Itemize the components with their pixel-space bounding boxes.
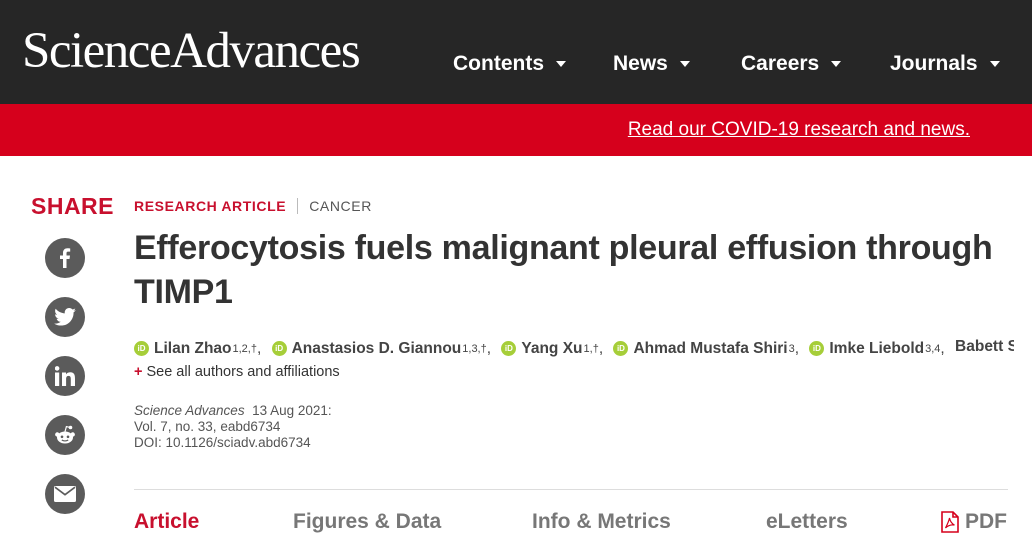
author-item[interactable]: iD Lilan Zhao 1,2,†, — [134, 340, 267, 358]
tab-info-metrics[interactable]: Info & Metrics — [532, 510, 671, 534]
tab-pdf[interactable]: PDF — [941, 510, 1007, 534]
author-item[interactable]: iD Ahmad Mustafa Shiri 3, — [613, 340, 805, 358]
citation-date: 13 Aug 2021: — [252, 403, 332, 418]
share-reddit-button[interactable] — [45, 415, 85, 455]
science-advances-logo[interactable]: ScienceAdvances — [22, 22, 361, 80]
covid-banner: Read our COVID-19 research and news. — [0, 104, 1032, 156]
citation-block: Science Advances 13 Aug 2021: Vol. 7, no… — [134, 403, 332, 451]
orcid-icon[interactable]: iD — [271, 341, 287, 356]
nav-contents[interactable]: Contents — [453, 48, 566, 80]
site-header: ScienceAdvances Contents News Careers Jo… — [0, 0, 1032, 104]
nav-news[interactable]: News — [613, 48, 690, 80]
tab-eletters[interactable]: eLetters — [766, 510, 848, 534]
article-type[interactable]: RESEARCH ARTICLE — [134, 198, 286, 214]
author-affiliation: 1,† — [583, 342, 599, 355]
chevron-down-icon — [831, 61, 842, 67]
author-name: Imke Liebold — [829, 339, 925, 357]
nav-contents-label: Contents — [453, 52, 544, 75]
tab-pdf-label: PDF — [965, 510, 1007, 533]
author-item[interactable]: iD Anastasios D. Giannou 1,3,†, — [271, 339, 497, 358]
author-item[interactable]: iD Imke Liebold 3,4, — [809, 340, 950, 358]
share-facebook-button[interactable] — [45, 238, 85, 278]
citation-volume: Vol. 7, no. 33, eabd6734 — [134, 419, 281, 434]
covid-research-link[interactable]: Read our COVID-19 research and news. — [628, 119, 970, 141]
nav-careers[interactable]: Careers — [741, 48, 842, 80]
twitter-icon — [54, 308, 76, 326]
author-item[interactable]: Babett Stegl... — [955, 338, 1014, 356]
author-name: Yang Xu — [521, 339, 583, 357]
facebook-icon — [60, 248, 71, 268]
share-linkedin-button[interactable] — [45, 356, 85, 396]
author-affiliation: 1,3,† — [462, 342, 487, 355]
tab-divider — [134, 489, 1008, 490]
nav-news-label: News — [613, 52, 668, 75]
tab-figures-data[interactable]: Figures & Data — [293, 510, 441, 534]
orcid-icon[interactable]: iD — [809, 341, 825, 356]
see-all-authors-link[interactable]: + See all authors and affiliations — [134, 364, 340, 380]
citation-journal: Science Advances — [134, 403, 245, 418]
nav-journals-label: Journals — [890, 52, 978, 75]
nav-journals[interactable]: Journals — [890, 48, 1000, 80]
reddit-icon — [55, 425, 75, 444]
author-affiliation: 1,2,† — [232, 342, 257, 355]
author-item[interactable]: iD Yang Xu 1,†, — [501, 340, 609, 358]
pdf-icon — [941, 511, 959, 533]
share-twitter-button[interactable] — [45, 297, 85, 337]
article-title: Efferocytosis fuels malignant pleural ef… — [134, 229, 993, 311]
author-affiliation: 3,4 — [925, 342, 941, 355]
orcid-icon[interactable]: iD — [501, 341, 517, 356]
kicker-divider — [297, 198, 299, 214]
author-name: Babett Stegl... — [955, 338, 1014, 355]
tab-article[interactable]: Article — [134, 510, 199, 534]
chevron-down-icon — [679, 61, 690, 67]
see-all-authors-label: See all authors and affiliations — [146, 364, 340, 380]
chevron-down-icon — [989, 61, 1000, 67]
nav-careers-label: Careers — [741, 52, 820, 75]
author-name: Lilan Zhao — [154, 339, 232, 357]
article-kicker: RESEARCH ARTICLE CANCER — [134, 198, 372, 214]
author-name: Ahmad Mustafa Shiri — [633, 339, 788, 357]
author-name: Anastasios D. Giannou — [291, 339, 462, 357]
share-email-button[interactable] — [45, 474, 85, 514]
orcid-icon[interactable]: iD — [613, 341, 629, 356]
share-label: SHARE — [31, 193, 115, 219]
chevron-down-icon — [556, 61, 566, 67]
author-list: iD Lilan Zhao 1,2,†, iD Anastasios D. Giann… — [134, 338, 1014, 362]
email-icon — [54, 486, 76, 502]
citation-line-1: Science Advances 13 Aug 2021: — [134, 403, 332, 419]
plus-icon: + — [134, 364, 143, 380]
orcid-icon[interactable]: iD — [134, 341, 149, 356]
linkedin-icon — [55, 366, 75, 386]
citation-doi[interactable]: DOI: 10.1126/sciadv.abd6734 — [134, 435, 332, 451]
article-category[interactable]: CANCER — [309, 198, 372, 214]
